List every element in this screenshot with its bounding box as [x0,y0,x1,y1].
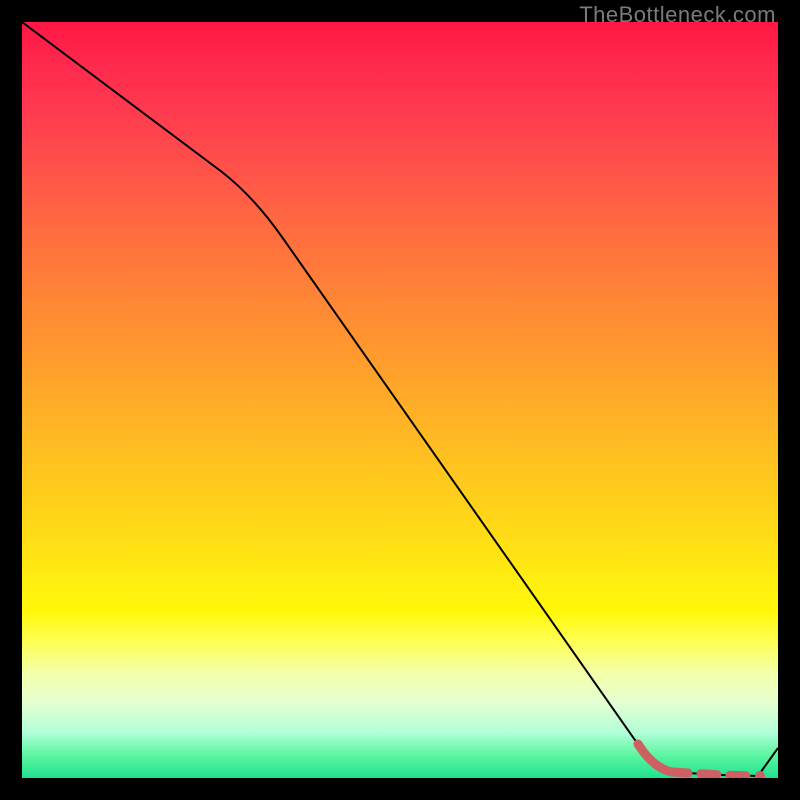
highlight-end-dot [755,771,765,778]
highlight-dashed [672,772,750,776]
highlight-lead [638,744,672,772]
curve-svg [22,22,778,778]
chart-stage: TheBottleneck.com [0,0,800,800]
plot-area [22,22,778,778]
watermark-text: TheBottleneck.com [579,2,776,28]
bottleneck-curve [22,22,778,776]
